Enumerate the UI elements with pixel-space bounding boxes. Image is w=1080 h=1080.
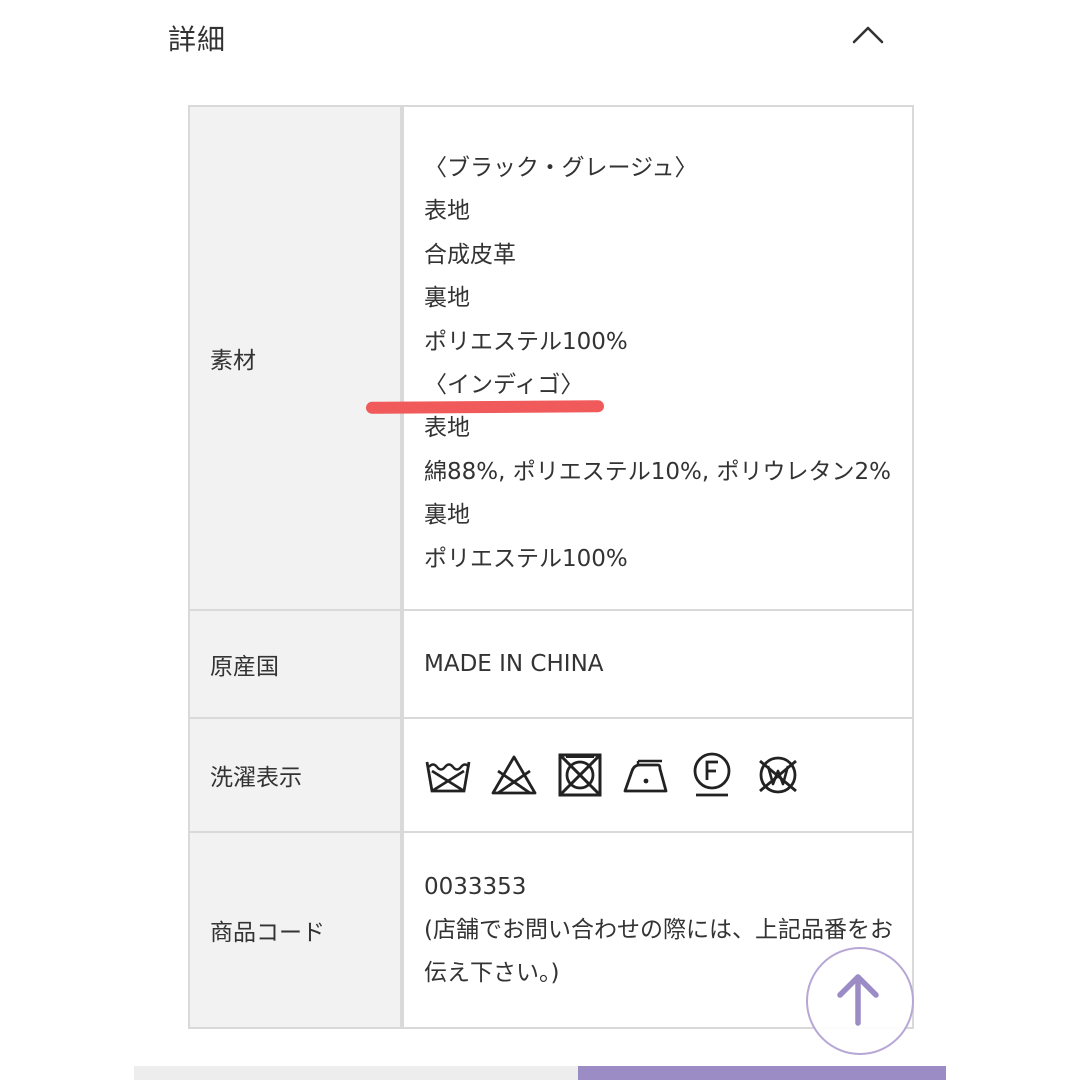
row-value-material: 〈ブラック・グレージュ〉 表地 合成皮革 裏地 ポリエステル100% 〈インディ…: [401, 105, 914, 611]
scroll-to-top-button[interactable]: [806, 947, 914, 1055]
row-label-origin: 原産国: [188, 608, 404, 719]
secondary-action-button[interactable]: [134, 1066, 578, 1080]
product-detail-page: 詳細 素材 〈ブラック・グレージュ〉 表地 合成皮革 裏地 ポリエステル100%…: [0, 0, 1080, 1080]
table-row-material: 素材 〈ブラック・グレージュ〉 表地 合成皮革 裏地 ポリエステル100% 〈イ…: [188, 105, 914, 611]
material-line: 〈ブラック・グレージュ〉: [424, 155, 698, 181]
table-row-code: 商品コード 0033353 (店舗でお問い合わせの際には、上記品番をお 伝え下さ…: [188, 830, 914, 1029]
care-icon-list: [424, 751, 912, 799]
no-wet-clean-icon: [754, 751, 802, 799]
iron-low-icon: [622, 751, 670, 799]
row-label-care: 洗濯表示: [188, 716, 404, 833]
section-title: 詳細: [168, 23, 227, 56]
dry-clean-f-icon: [688, 751, 736, 799]
chevron-up-icon[interactable]: [848, 14, 888, 54]
hand-wash-icon: [424, 751, 472, 799]
red-highlight-annotation: [365, 400, 605, 414]
material-line: 裏地: [424, 502, 470, 529]
no-bleach-icon: [490, 751, 538, 799]
row-value-care: [401, 716, 914, 833]
product-code-note: (店舗でお問い合わせの際には、上記品番をお: [424, 917, 893, 944]
material-line: 表地: [424, 415, 470, 442]
row-label-material: 素材: [188, 105, 404, 611]
spec-table: 素材 〈ブラック・グレージュ〉 表地 合成皮革 裏地 ポリエステル100% 〈イ…: [188, 105, 914, 1029]
table-row-care: 洗濯表示: [188, 716, 914, 833]
material-line: 表地: [424, 198, 470, 225]
material-line: 合成皮革: [424, 241, 516, 268]
material-line: 裏地: [424, 285, 470, 312]
table-row-origin: 原産国 MADE IN CHINA: [188, 608, 914, 719]
row-value-origin: MADE IN CHINA: [401, 608, 914, 719]
primary-action-button[interactable]: [578, 1066, 946, 1080]
material-line: ポリエステル100%: [424, 545, 628, 572]
no-tumble-dry-icon: [556, 751, 604, 799]
row-label-code: 商品コード: [188, 830, 404, 1029]
detail-section-header[interactable]: 詳細: [168, 10, 888, 60]
product-code: 0033353: [424, 874, 527, 901]
material-line: 綿88%, ポリエステル10%, ポリウレタン2%: [424, 458, 891, 485]
material-line: ポリエステル100%: [424, 328, 628, 355]
